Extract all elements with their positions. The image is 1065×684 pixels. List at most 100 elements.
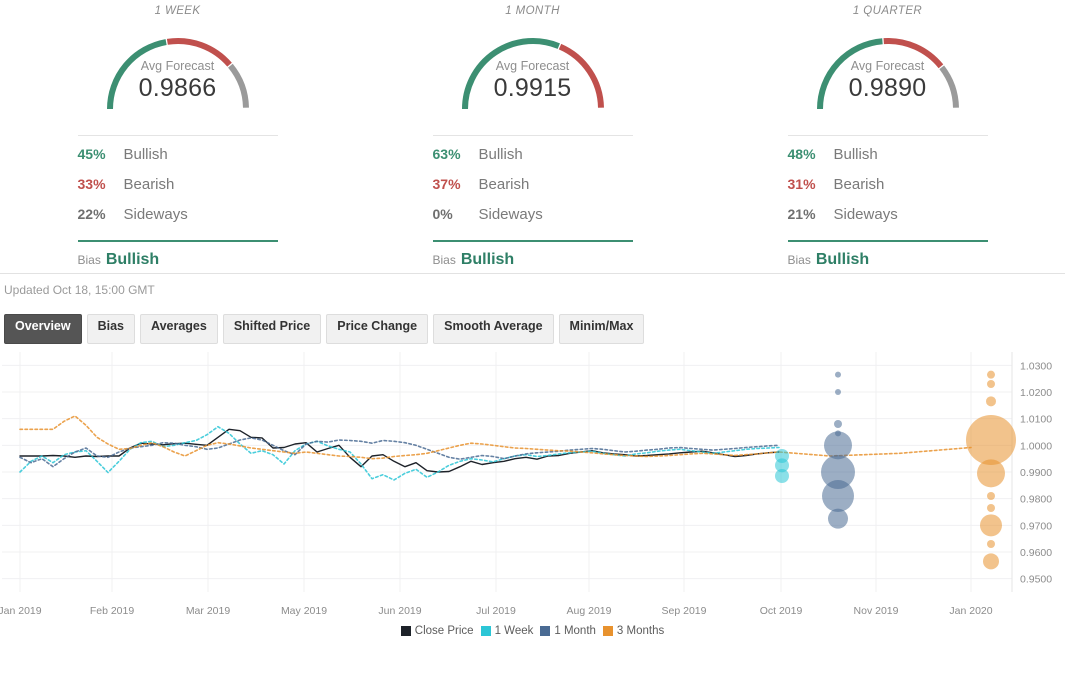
gauge-segment-bearish — [558, 43, 604, 108]
bias-label: Bias — [77, 253, 101, 267]
stat-label-sideways: Sideways — [833, 206, 898, 223]
chart-tab-bar: Overview Bias Averages Shifted Price Price C… — [0, 306, 1065, 344]
legend-item[interactable]: Close Price — [400, 625, 474, 637]
tab-shifted-price[interactable]: Shifted Price — [222, 314, 322, 344]
forecast-bubble — [983, 553, 999, 570]
panel-title: 1 WEEK — [154, 5, 201, 17]
bias-divider-bar — [77, 240, 278, 242]
forecast-bubble — [980, 514, 1002, 537]
y-axis-tick-label: 1.0300 — [1020, 360, 1052, 372]
x-axis-tick-label: Nov 2019 — [854, 605, 899, 617]
stat-percent-bullish: 63% — [432, 146, 461, 162]
y-axis-tick-label: 0.9700 — [1020, 520, 1052, 532]
legend-swatch-1-month — [540, 626, 551, 636]
bias-row: Bias Bullish — [433, 251, 633, 269]
stat-label-bearish: Bearish — [478, 176, 530, 193]
stat-percent-bullish: 48% — [787, 146, 816, 162]
stat-row: 22% Sideways — [78, 206, 278, 236]
y-axis-tick-label: 0.9900 — [1020, 467, 1052, 479]
stat-row: 31% Bearish — [788, 176, 988, 206]
bias-value: Bullish — [105, 251, 160, 268]
legend-label: 1 Month — [554, 625, 596, 637]
forecast-bubble — [987, 380, 995, 388]
gauge-segment-bullish — [816, 38, 883, 110]
forecast-bubble — [828, 508, 848, 529]
stat-percent-bearish: 31% — [787, 176, 816, 192]
stat-label-sideways: Sideways — [123, 206, 188, 223]
tab-bias[interactable]: Bias — [86, 314, 135, 344]
x-axis-tick-label: Mar 2019 — [186, 605, 231, 617]
bias-divider-bar — [432, 240, 633, 242]
stat-row: 37% Bearish — [433, 176, 633, 206]
stat-row: 0% Sideways — [433, 206, 633, 236]
tab-minim-max[interactable]: Minim/Max — [558, 314, 645, 344]
gauge-arc-svg — [461, 38, 604, 110]
legend-item[interactable]: 3 Months — [602, 625, 664, 637]
x-axis-tick-label: Sep 2019 — [662, 605, 707, 617]
sentiment-stats: 63% Bullish 37% Bearish 0% Sideways Bias… — [432, 135, 633, 269]
bias-value: Bullish — [815, 251, 870, 268]
y-axis-tick-label: 0.9600 — [1020, 547, 1052, 559]
stat-percent-sideways: 0% — [432, 206, 453, 222]
x-axis-tick-label: Aug 2019 — [567, 605, 612, 617]
x-axis-tick-label: Feb 2019 — [90, 605, 135, 617]
updated-timestamp: Updated Oct 18, 15:00 GMT — [4, 283, 155, 297]
gauge-1-quarter: Avg Forecast 0.9890 — [798, 25, 978, 117]
legend-swatch-3-months — [602, 626, 613, 636]
bias-row: Bias Bullish — [788, 251, 988, 269]
gauge-arc-svg — [816, 38, 959, 110]
legend-swatch-close-price — [400, 626, 411, 636]
forecast-chart: 1.0300 1.0200 1.0100 1.0000 0.9900 0.9800 0.97… — [0, 344, 1065, 640]
x-axis-tick-label: May 2019 — [281, 605, 327, 617]
forecast-bubble — [834, 420, 842, 428]
tab-price-change[interactable]: Price Change — [326, 314, 429, 344]
gauge-segment-bullish — [461, 38, 560, 110]
forecast-bubble — [987, 504, 995, 512]
forecast-bubble — [775, 469, 789, 483]
y-axis-tick-label: 1.0100 — [1020, 414, 1052, 426]
legend-item[interactable]: 1 Month — [540, 625, 596, 637]
stat-row: 33% Bearish — [78, 176, 278, 206]
legend-item[interactable]: 1 Week — [480, 625, 533, 637]
forecast-bubble — [987, 370, 995, 379]
forecast-panel-1-month: 1 MONTH Avg Forecast 0.9915 63% Bullish … — [355, 0, 710, 273]
x-axis-tick-label: Jul 2019 — [476, 605, 516, 617]
panel-title: 1 MONTH — [505, 5, 560, 17]
bias-row: Bias Bullish — [78, 251, 278, 269]
forecast-panel-1-quarter: 1 QUARTER Avg Forecast 0.9890 48% Bullis… — [710, 0, 1065, 273]
stat-percent-bearish: 37% — [432, 176, 461, 192]
forecast-panel-1-week: 1 WEEK Avg Forecast 0.9866 45% Bullish 3… — [0, 0, 355, 273]
stat-label-sideways: Sideways — [478, 206, 543, 223]
gauge-segment-bullish — [106, 39, 167, 110]
gauge-segment-bearish — [166, 38, 232, 67]
x-axis-tick-label: Oct 2019 — [760, 605, 803, 617]
stat-percent-sideways: 22% — [77, 206, 106, 222]
stat-row: 21% Sideways — [788, 206, 988, 236]
stat-label-bearish: Bearish — [833, 176, 885, 193]
tab-averages[interactable]: Averages — [140, 314, 218, 344]
x-axis-tick-label: Jun 2019 — [378, 605, 421, 617]
forecast-bubble — [966, 415, 1016, 465]
tab-overview[interactable]: Overview — [4, 314, 82, 344]
forecast-page: 1 WEEK Avg Forecast 0.9866 45% Bullish 3… — [0, 0, 1065, 684]
stat-label-bullish: Bullish — [123, 146, 168, 163]
gauge-segment-bearish — [883, 38, 943, 69]
y-axis-tick-label: 1.0200 — [1020, 387, 1052, 399]
stat-percent-bullish: 45% — [77, 146, 106, 162]
gauge-segment-sideways — [227, 63, 249, 108]
forecast-bubble — [986, 396, 996, 407]
stat-label-bullish: Bullish — [478, 146, 523, 163]
bias-value: Bullish — [460, 251, 515, 268]
y-axis-tick-label: 0.9800 — [1020, 494, 1052, 506]
forecast-bubble — [835, 389, 841, 395]
forecast-chart-svg: 1.0300 1.0200 1.0100 1.0000 0.9900 0.9800 0.97… — [0, 352, 1052, 617]
tab-smooth-average[interactable]: Smooth Average — [433, 314, 554, 344]
stat-percent-sideways: 21% — [787, 206, 816, 222]
stat-row: 63% Bullish — [433, 146, 633, 176]
y-axis-tick-label: 0.9500 — [1020, 574, 1052, 586]
bias-label: Bias — [787, 253, 811, 267]
sentiment-stats: 48% Bullish 31% Bearish 21% Sideways Bia… — [787, 135, 988, 269]
gauge-arc-svg — [106, 38, 249, 110]
forecast-bubble — [987, 492, 995, 500]
forecast-bubble — [822, 480, 854, 512]
